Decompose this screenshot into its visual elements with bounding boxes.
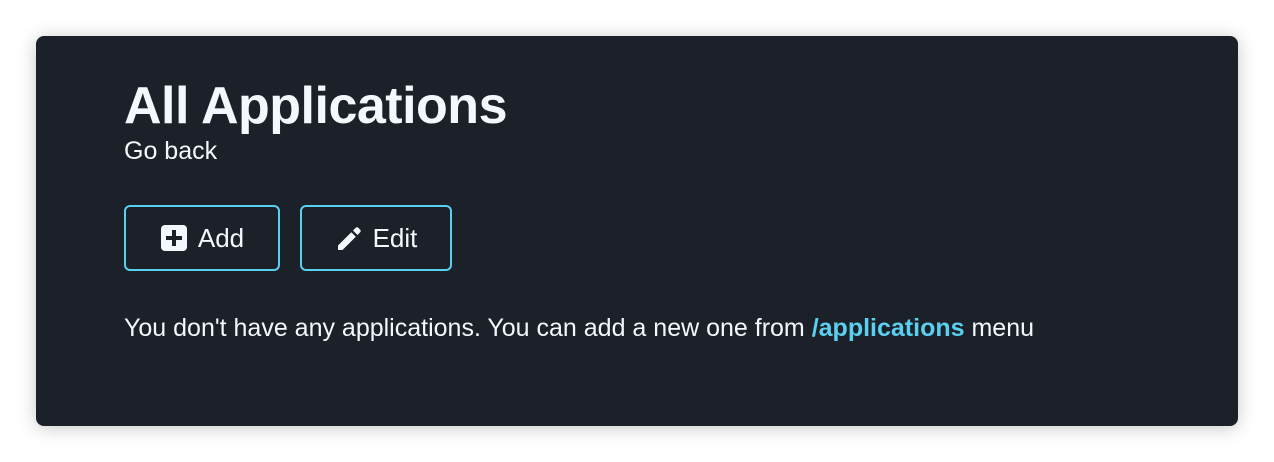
- empty-state-message: You don't have any applications. You can…: [124, 313, 1198, 343]
- action-bar: Add Edit: [124, 205, 1198, 271]
- applications-menu-link[interactable]: /applications: [812, 314, 965, 342]
- add-button[interactable]: Add: [124, 205, 280, 271]
- go-back-link[interactable]: Go back: [124, 136, 217, 166]
- empty-state-text-suffix: menu: [964, 314, 1034, 342]
- empty-state-text: You don't have any applications. You can…: [124, 314, 812, 342]
- plus-square-icon: [160, 224, 188, 252]
- pencil-icon: [335, 224, 363, 252]
- applications-panel: All Applications Go back Add Edit You do…: [36, 36, 1238, 426]
- edit-button-label: Edit: [372, 222, 418, 253]
- panel-content: All Applications Go back Add Edit You do…: [124, 76, 1198, 343]
- page-title: All Applications: [124, 77, 508, 135]
- edit-button[interactable]: Edit: [300, 205, 452, 271]
- add-button-label: Add: [197, 222, 245, 253]
